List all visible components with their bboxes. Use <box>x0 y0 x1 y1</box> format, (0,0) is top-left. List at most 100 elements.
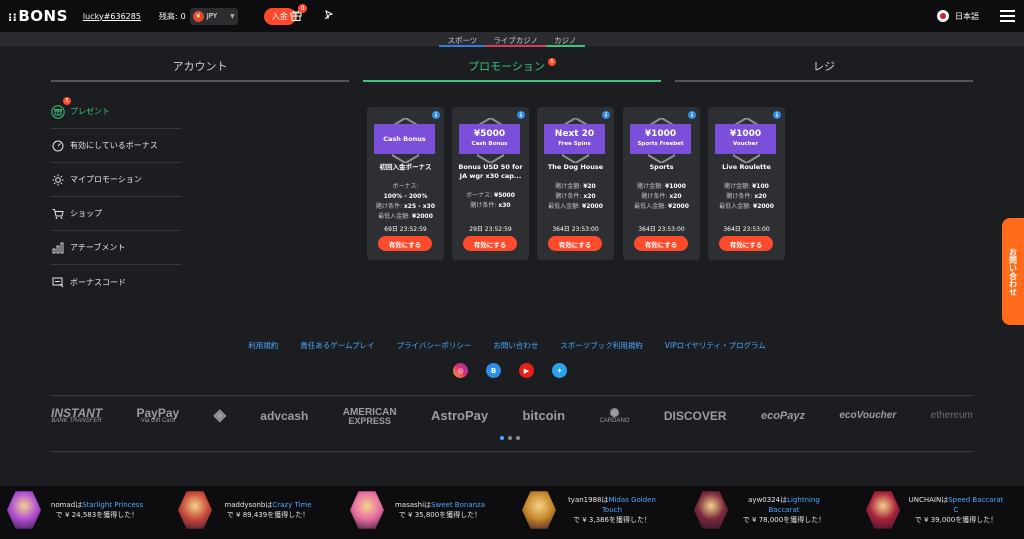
winner-game-link[interactable]: Starlight Princess <box>82 501 143 509</box>
promo-timer: 364日 23:53:00 <box>638 226 685 233</box>
promo-title: Sports <box>649 163 674 171</box>
footer-link-privacy[interactable]: プライバシーポリシー <box>397 340 472 351</box>
promo-row: 賭け条件: x20 <box>641 193 682 200</box>
footer-links: 利用規約 責任あるゲームプレイ プライバシーポリシー お問い合わせ スポーツブッ… <box>0 340 1014 351</box>
winner-item[interactable]: maddysonbはCrazy Time で ¥ 89,439を獲得した！ <box>178 490 318 530</box>
promo-row: 最低入金額: ¥2000 <box>548 203 603 210</box>
username-link[interactable]: lucky#636285 <box>83 12 141 21</box>
winner-item[interactable]: ayw0324はLightning Baccarat で ¥ 78,000を獲得… <box>694 490 834 530</box>
promo-details: ボーナス: 100% - 200% 賭け条件: x25 - x30 最低入金額: ¥… <box>367 182 444 222</box>
tab-account[interactable]: アカウント <box>51 58 349 82</box>
winner-text: ayw0324はLightning Baccarat で ¥ 78,000を獲得… <box>742 496 826 524</box>
footer-link-sportsbook-terms[interactable]: スポーツブック利用規約 <box>560 340 642 351</box>
winner-text: UNCHAINはSpeed Baccarat C で ¥ 39,000を獲得した… <box>908 496 1004 524</box>
promo-row: 最低入金額: ¥2000 <box>634 203 689 210</box>
bons-social-icon[interactable]: B <box>486 363 501 378</box>
yen-coin-icon: ¥ <box>192 10 204 22</box>
info-icon[interactable]: i <box>773 111 781 119</box>
game-thumbnail[interactable] <box>178 491 212 529</box>
language-label: 日本語 <box>955 11 979 21</box>
game-thumbnail[interactable] <box>350 491 384 529</box>
winner-item[interactable]: masashiはSweet Bonanza で ¥ 35,800を獲得した！ <box>350 490 490 530</box>
footer-link-responsible[interactable]: 責任あるゲームプレイ <box>300 340 374 351</box>
sidebar-item-bonus-code[interactable]: ボーナスコード <box>51 265 181 299</box>
promo-row: 100% - 200% <box>383 193 428 200</box>
info-icon[interactable]: i <box>517 111 525 119</box>
footer-link-contact[interactable]: お問い合わせ <box>493 340 538 351</box>
sidebar-item-label: マイプロモーション <box>70 175 142 184</box>
promo-details: 賭け金額: ¥1000 賭け条件: x20 最低入金額: ¥2000 <box>623 182 700 212</box>
winner-item[interactable]: tyan1988はMidas Golden Touch で ¥ 3,386を獲得… <box>522 490 662 530</box>
activate-button[interactable]: 有効にする <box>548 236 602 251</box>
sidebar-item-achievements[interactable]: アチーブメント <box>51 231 181 265</box>
game-thumbnail[interactable] <box>694 491 728 529</box>
bons-logo[interactable]: ⁝⁝BONS <box>8 7 68 25</box>
bonus-badge: Next 20 Free Spins <box>544 124 605 154</box>
footer-link-terms[interactable]: 利用規約 <box>248 340 278 351</box>
category-live-casino[interactable]: ライブカジノ <box>485 32 547 47</box>
sidebar-item-label: プレゼント <box>70 107 110 116</box>
footer-link-vip[interactable]: VIPロイヤリティ・プログラム <box>665 340 766 351</box>
info-icon[interactable]: i <box>432 111 440 119</box>
promo-card[interactable]: i ¥5000 Cash Bonus Bonus USD 50 for JA w… <box>452 107 529 260</box>
promo-row: 賭け条件: x30 <box>470 202 511 209</box>
sidebar-item-present[interactable]: 5 プレゼント <box>51 95 181 129</box>
activate-button[interactable]: 有効にする <box>378 236 432 251</box>
promo-card[interactable]: i ¥1000 Voucher Live Roulette 賭け金額: ¥100… <box>708 107 785 260</box>
payment-binance: ◈ <box>213 407 226 424</box>
carousel-dots[interactable] <box>500 436 520 440</box>
promo-card[interactable]: i Next 20 Free Spins The Dog House 賭け金額:… <box>537 107 614 260</box>
bonus-code-icon <box>51 275 65 289</box>
sidebar-item-label: ショップ <box>70 209 102 218</box>
promo-row: 賭け条件: x25 - x30 <box>375 203 436 210</box>
sidebar-item-my-promotions[interactable]: マイプロモーション <box>51 163 181 197</box>
activate-button[interactable]: 有効にする <box>634 236 688 251</box>
sidebar-item-active-bonuses[interactable]: 有効にしているボーナス <box>51 129 181 163</box>
bonus-badge: ¥1000 Voucher <box>715 124 776 154</box>
promo-card[interactable]: i Cash Bonus 初回入金ボーナス ボーナス: 100% - 200% 賭… <box>367 107 444 260</box>
activate-button[interactable]: 有効にする <box>719 236 773 251</box>
divider <box>51 451 973 452</box>
payment-instant-bank: INSTANT BANK TRANSFER <box>51 405 103 424</box>
japan-flag-icon <box>937 10 949 22</box>
winner-text: maddysonbはCrazy Time で ¥ 89,439を獲得した！ <box>224 501 312 519</box>
top-header: ⁝⁝BONS lucky#636285 残高: 0 ¥ JPY ▼ 入金 <box>0 0 1024 32</box>
winner-game-link[interactable]: Speed Baccarat C <box>948 496 1003 514</box>
menu-icon[interactable] <box>1000 10 1015 22</box>
game-thumbnail[interactable] <box>7 491 41 529</box>
promotion-badge: 5 <box>547 58 556 66</box>
winner-item[interactable]: nomadはStarlight Princess で ¥ 24,583を獲得した… <box>7 490 147 530</box>
winner-game-link[interactable]: Sweet Bonanza <box>431 501 485 509</box>
info-icon[interactable]: i <box>602 111 610 119</box>
game-thumbnail[interactable] <box>522 491 556 529</box>
sun-icon <box>51 173 65 187</box>
game-thumbnail[interactable] <box>866 491 900 529</box>
winner-item[interactable]: UNCHAINはSpeed Baccarat C で ¥ 39,000を獲得した… <box>866 490 1006 530</box>
contact-tab[interactable]: お問い合わせ <box>1002 218 1024 325</box>
balance-label: 残高: <box>158 11 178 21</box>
currency-select[interactable]: ¥ JPY ▼ <box>189 7 238 25</box>
payment-paypay: PayPay Via Gift Card <box>136 405 180 424</box>
promo-timer: 69日 23:52:59 <box>384 226 427 233</box>
promo-row: 賭け条件: x20 <box>555 193 596 200</box>
sidebar-item-shop[interactable]: ショップ <box>51 197 181 231</box>
activate-button[interactable]: 有効にする <box>463 236 517 251</box>
info-icon[interactable]: i <box>688 111 696 119</box>
promo-details: 賭け金額: ¥100 賭け条件: x20 最低入金額: ¥2000 <box>708 182 785 212</box>
bell-icon[interactable] <box>323 9 335 21</box>
winner-game-link[interactable]: Midas Golden Touch <box>602 496 656 514</box>
language-select[interactable]: 日本語 <box>937 10 979 22</box>
category-sports[interactable]: スポーツ <box>439 32 486 47</box>
promo-timer: 364日 23:53:00 <box>723 226 770 233</box>
youtube-icon[interactable]: ▶ <box>519 363 534 378</box>
instagram-icon[interactable]: ◎ <box>453 363 468 378</box>
promo-card[interactable]: i ¥1000 Sports Freebet Sports 賭け金額: ¥100… <box>623 107 700 260</box>
category-casino[interactable]: カジノ <box>546 32 585 47</box>
payment-cardano: ✺ CARDANO <box>599 405 630 424</box>
tab-promotion[interactable]: プロモーション 5 <box>363 58 661 82</box>
twitter-icon[interactable]: ✦ <box>552 363 567 378</box>
tab-cashier[interactable]: レジ <box>675 58 973 82</box>
promo-row: 最低入金額: ¥2000 <box>378 213 433 220</box>
promo-details: 賭け金額: ¥20 賭け条件: x20 最低入金額: ¥2000 <box>537 182 614 212</box>
winner-game-link[interactable]: Crazy Time <box>272 501 311 509</box>
